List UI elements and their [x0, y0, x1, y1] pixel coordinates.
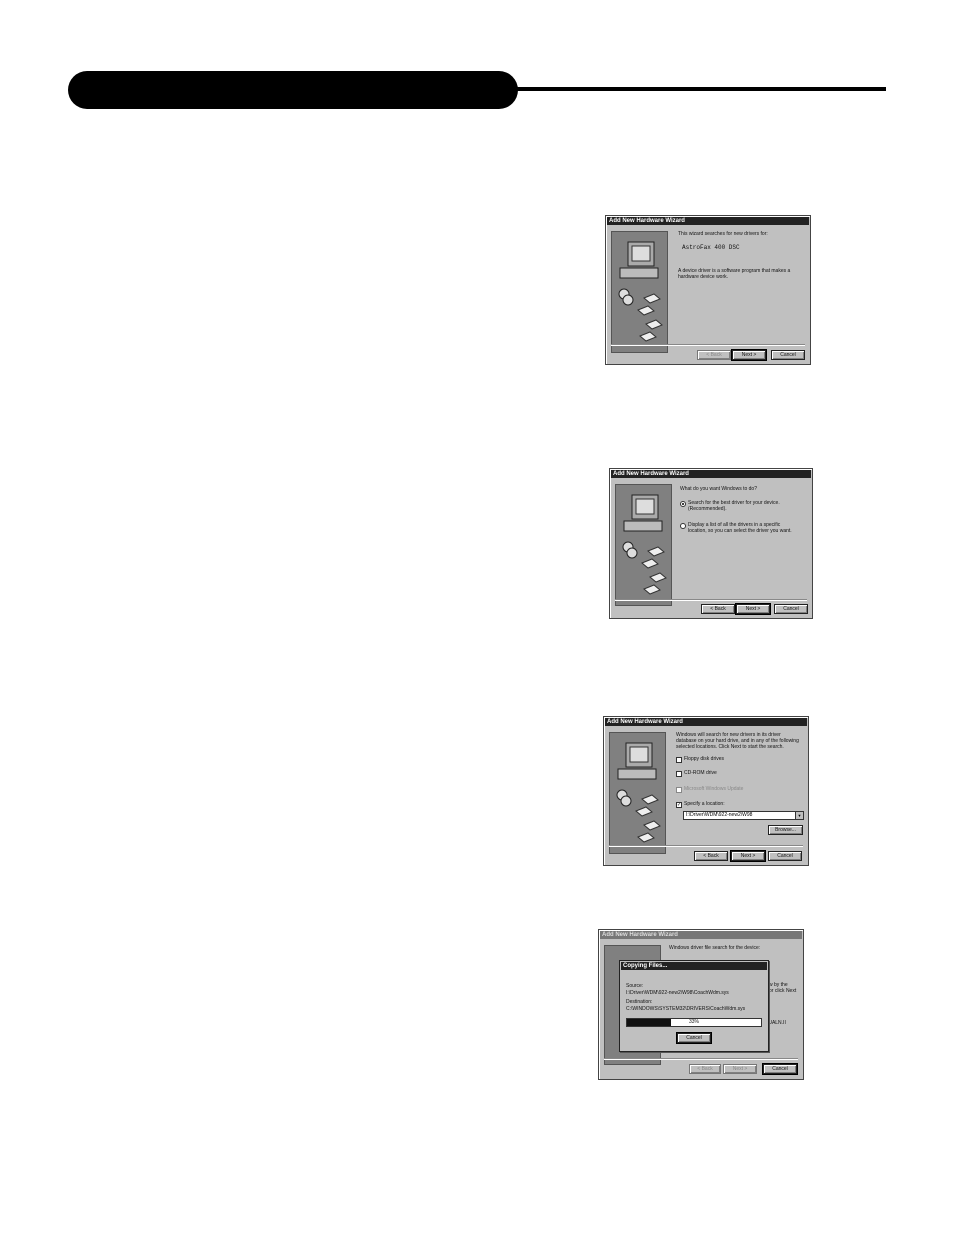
wizard-dialog-2: Add New Hardware Wizard What do you want…: [609, 468, 813, 619]
option-search-label: Search for the best driver for your devi…: [688, 500, 780, 512]
floppy-label: Floppy disk drives: [684, 756, 725, 762]
browse-button[interactable]: Browse...: [768, 825, 803, 835]
copy-cancel-button[interactable]: Cancel: [676, 1032, 712, 1044]
cancel-button[interactable]: Cancel: [762, 1063, 798, 1075]
search-best-driver-radio[interactable]: [680, 501, 686, 507]
back-button[interactable]: < Back: [701, 604, 735, 614]
chevron-down-icon[interactable]: ▼: [795, 811, 804, 820]
wizard-dialog-1: Add New Hardware Wizard This wizard sear…: [605, 215, 811, 365]
background-text-2: or click Next: [769, 988, 797, 994]
progress-percent: 33%: [688, 1019, 699, 1025]
back-button[interactable]: < Back: [694, 851, 728, 861]
windows-update-checkbox[interactable]: [676, 787, 682, 793]
description-text: A device driver is a software program th…: [678, 268, 791, 280]
separator: [604, 1058, 798, 1060]
wizard-illustration: [611, 231, 668, 353]
back-button[interactable]: < Back: [689, 1064, 721, 1074]
option-list-label: Display a list of all the drivers in a s…: [688, 522, 792, 534]
cancel-button[interactable]: Cancel: [774, 604, 808, 614]
intro-text: This wizard searches for new drivers for…: [678, 231, 768, 237]
next-button[interactable]: Next >: [723, 1064, 757, 1074]
next-button[interactable]: Next >: [730, 850, 766, 862]
search-status-text: Windows driver file search for the devic…: [669, 945, 761, 951]
location-input[interactable]: I:\Driver\WDM\922-new2\W98: [683, 811, 797, 820]
intro-text: Windows will search for new drivers in i…: [676, 732, 799, 750]
dialog-title: Add New Hardware Wizard: [607, 217, 809, 225]
destination-path: C:\WINDOWS\SYSTEM32\DRIVERS\CoachWdm.sys: [626, 1006, 746, 1012]
copy-progress-bar: 33%: [626, 1018, 762, 1027]
next-button[interactable]: Next >: [735, 603, 771, 615]
windows-update-label: Microsoft Windows Update: [684, 786, 744, 792]
separator: [615, 599, 807, 601]
destination-label: Destination:: [626, 999, 653, 1005]
separator: [609, 845, 803, 847]
wizard-illustration: [609, 732, 666, 854]
floppy-checkbox[interactable]: [676, 757, 682, 763]
cdrom-label: CD-ROM drive: [684, 770, 717, 776]
back-button[interactable]: < Back: [697, 350, 731, 360]
separator: [611, 344, 805, 346]
header-rule: [500, 87, 886, 91]
section-header-bar: [68, 71, 518, 109]
computer-disks-icon: [622, 494, 667, 595]
next-button[interactable]: Next >: [731, 349, 767, 361]
wizard-dialog-4: Add New Hardware Wizard Windows driver f…: [598, 929, 804, 1080]
source-path: I:\Driver\WDM\922-new2\W98\CoachWdm.sys: [626, 990, 729, 996]
copying-files-dialog: Copying Files... Source: I:\Driver\WDM\9…: [619, 960, 769, 1052]
cancel-button[interactable]: Cancel: [771, 350, 805, 360]
question-text: What do you want Windows to do?: [680, 486, 757, 492]
dialog-title: Add New Hardware Wizard: [605, 718, 807, 726]
wizard-illustration: [615, 484, 672, 606]
device-name: AstroFax 400 DSC: [682, 244, 740, 251]
specify-location-checkbox[interactable]: ✓: [676, 802, 682, 808]
source-label: Source:: [626, 983, 644, 989]
cancel-button[interactable]: Cancel: [768, 851, 802, 861]
dialog-title: Add New Hardware Wizard: [611, 470, 811, 478]
wizard-dialog-3: Add New Hardware Wizard Windows will sea…: [603, 716, 809, 866]
computer-disks-icon: [616, 742, 661, 843]
dialog-title: Add New Hardware Wizard: [600, 931, 802, 939]
display-list-radio[interactable]: [680, 523, 686, 529]
specify-location-label: Specify a location:: [684, 801, 725, 807]
copy-dialog-title: Copying Files...: [621, 962, 767, 970]
cdrom-checkbox[interactable]: [676, 771, 682, 777]
computer-disks-icon: [618, 241, 663, 342]
